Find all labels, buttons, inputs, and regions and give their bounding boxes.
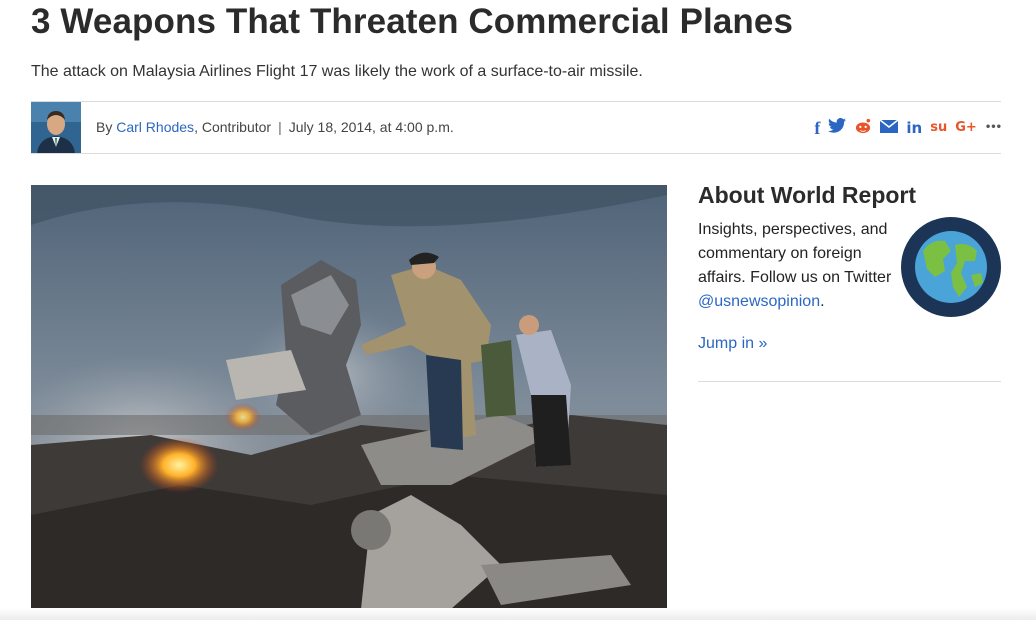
article-subtitle: The attack on Malaysia Airlines Flight 1… [31,63,643,80]
author-link[interactable]: Carl Rhodes [116,119,194,135]
sidebar-body-text: Insights, perspectives, and commentary o… [698,221,892,286]
email-icon[interactable] [879,118,899,138]
author-avatar[interactable] [31,102,81,153]
jump-in-link[interactable]: Jump in » [698,335,767,353]
page-bottom-edge [0,608,1036,620]
article-title: 3 Weapons That Threaten Commercial Plane… [31,2,794,41]
linkedin-icon[interactable]: in [906,118,922,138]
stumbleupon-icon[interactable]: su [930,118,947,138]
byline: By Carl Rhodes, Contributor | July 18, 201… [96,119,454,135]
twitter-icon[interactable] [828,118,847,138]
author-role: , Contributor [194,119,272,135]
sidebar-period: . [820,293,825,310]
reddit-icon[interactable] [854,118,872,139]
sidebar-divider [698,381,1001,382]
byline-bar: By Carl Rhodes, Contributor | July 18, 201… [31,101,1002,154]
byline-prefix: By [96,119,117,135]
googleplus-icon[interactable]: G+ [955,118,977,138]
share-toolbar: f in su G+ ••• [806,118,1002,139]
sidebar-description: Insights, perspectives, and commentary o… [698,218,898,314]
publish-date: July 18, 2014, at 4:00 p.m. [288,119,454,135]
facebook-icon[interactable]: f [814,118,820,138]
more-share-icon[interactable]: ••• [985,118,1002,138]
sidebar-heading: About World Report [698,182,917,208]
twitter-handle-link[interactable]: @usnewsopinion [698,293,820,310]
hero-image [31,185,667,609]
globe-icon [901,217,1001,317]
byline-separator: | [278,119,282,135]
